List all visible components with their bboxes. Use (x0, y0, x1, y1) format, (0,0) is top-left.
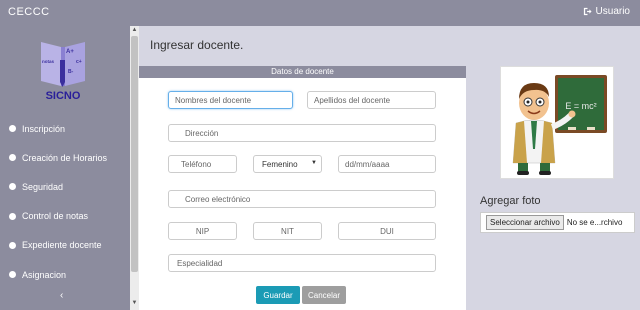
svg-text:E = mc²: E = mc² (565, 101, 596, 111)
chevron-down-icon: ▼ (311, 160, 317, 166)
scroll-up-arrow-icon[interactable]: ▲ (131, 27, 138, 34)
direccion-input[interactable] (168, 124, 436, 142)
panel-header: Datos de docente (139, 66, 466, 78)
telefono-input[interactable] (168, 155, 237, 173)
sign-out-icon (583, 7, 592, 16)
sidebar-item-label: Asignacion (22, 269, 67, 280)
sidebar-nav: Inscripción Creación de Horarios Segurid… (0, 114, 130, 289)
correo-input[interactable] (168, 190, 436, 208)
file-status-text: No se e...rchivo (566, 218, 623, 227)
cancel-button[interactable]: Cancelar (302, 286, 346, 304)
bullet-icon (9, 241, 16, 249)
svg-text:c+: c+ (76, 59, 82, 65)
bullet-icon (9, 212, 16, 220)
teacher-illustration: E = mc² (512, 75, 607, 175)
sidebar-item-expediente-docente[interactable]: Expediente docente (0, 231, 130, 260)
nip-input[interactable] (168, 222, 237, 240)
choose-file-button[interactable]: Seleccionar archivo (486, 215, 564, 230)
add-photo-label: Agregar foto (480, 195, 541, 207)
bullet-icon (9, 271, 16, 279)
sidebar-item-control-notas[interactable]: Control de notas (0, 202, 130, 231)
sidebar-item-asignacion[interactable]: Asignacion (0, 260, 130, 289)
app-title: CECCC (8, 6, 50, 18)
genero-select-value: Femenino (262, 159, 298, 169)
sidebar-item-inscripcion[interactable]: Inscripción (0, 114, 130, 143)
svg-text:notas: notas (42, 59, 54, 64)
sidebar-collapse-button[interactable]: ‹ (60, 290, 63, 301)
nit-input[interactable] (253, 222, 322, 240)
sicno-logo: A+ notas c+ B- SICNO (41, 42, 85, 102)
sidebar-item-label: Seguridad (22, 181, 64, 192)
nombres-input[interactable] (168, 91, 293, 109)
sidebar-item-label: Inscripción (22, 123, 66, 134)
scroll-down-arrow-icon[interactable]: ▼ (131, 300, 138, 307)
genero-select[interactable]: Femenino ▼ (253, 155, 322, 173)
svg-text:A+: A+ (66, 49, 74, 55)
scroll-thumb[interactable] (131, 36, 138, 272)
sidebar-item-creacion-horarios[interactable]: Creación de Horarios (0, 143, 130, 172)
svg-text:SICNO: SICNO (46, 90, 81, 102)
page-title: Ingresar docente. (150, 38, 244, 52)
user-label: Usuario (595, 6, 630, 17)
sidebar-item-label: Control de notas (22, 211, 89, 222)
fecha-input[interactable] (338, 155, 436, 173)
dui-input[interactable] (338, 222, 436, 240)
user-menu[interactable]: Usuario (583, 6, 630, 17)
save-button[interactable]: Guardar (256, 286, 300, 304)
apellidos-input[interactable] (307, 91, 436, 109)
top-bar: CECCC Usuario (0, 0, 640, 26)
sidebar-scrollbar[interactable]: ▲ ▼ (130, 26, 139, 310)
bullet-icon (9, 125, 16, 133)
bullet-icon (9, 183, 16, 191)
svg-text:B-: B- (68, 69, 74, 75)
teacher-photo-preview: E = mc² (500, 66, 614, 179)
photo-file-input[interactable]: Seleccionar archivo No se e...rchivo (480, 212, 635, 233)
sidebar-item-seguridad[interactable]: Seguridad (0, 172, 130, 201)
especialidad-input[interactable] (168, 254, 436, 272)
sidebar-item-label: Creación de Horarios (22, 152, 108, 163)
sidebar-item-label: Expediente docente (22, 240, 102, 251)
sidebar: A+ notas c+ B- SICNO Inscripción Creació… (0, 26, 130, 310)
bullet-icon (9, 154, 16, 162)
docente-form-panel: Datos de docente Femenino ▼ Guardar Canc… (139, 66, 466, 310)
